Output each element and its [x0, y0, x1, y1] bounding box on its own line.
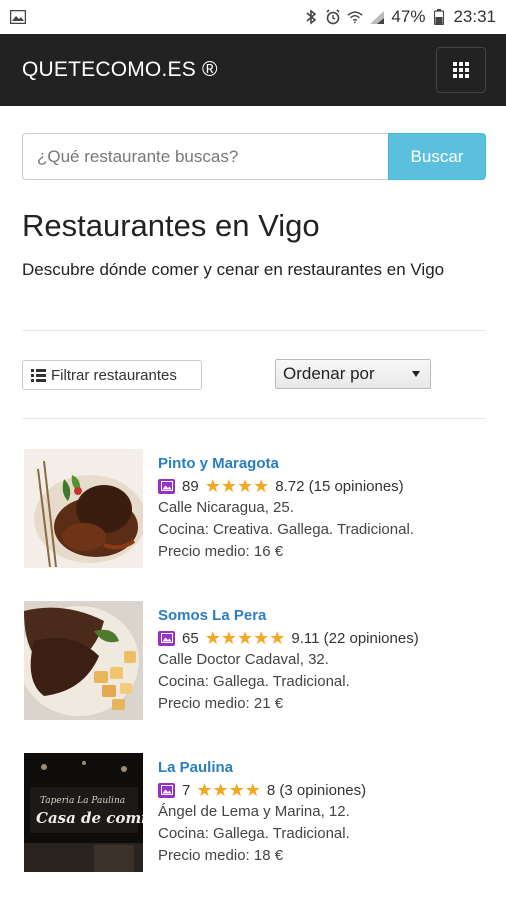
restaurant-name-link[interactable]: La Paulina — [158, 757, 488, 779]
gallery-notification-icon — [10, 9, 26, 25]
page-title: Restaurantes en Vigo — [22, 208, 320, 243]
filter-restaurants-button[interactable]: Filtrar restaurantes — [22, 360, 202, 390]
photo-count: 65 — [182, 629, 199, 647]
rating-line: 65 ★★★★★ 9.11 (22 opiniones) — [158, 627, 488, 649]
rating-score: 9.11 — [291, 629, 320, 647]
restaurant-info: La Paulina 7 ★★★★ 8 (3 opiniones) Ángel … — [158, 757, 488, 867]
search-bar: Buscar — [22, 133, 486, 180]
restaurant-cuisine: Cocina: Gallega. Tradicional. — [158, 825, 350, 842]
restaurant-address: Ángel de Lema y Marina, 12. — [158, 803, 350, 820]
top-navbar: QUETECOMO.ES ® — [0, 34, 506, 106]
filter-label: Filtrar restaurantes — [51, 366, 177, 384]
site-brand[interactable]: QUETECOMO.ES ® — [22, 58, 218, 82]
status-bar: 47% 23:31 — [0, 0, 506, 34]
restaurant-address: Calle Doctor Cadaval, 32. — [158, 651, 329, 668]
rating-line: 89 ★★★★ 8.72 (15 opiniones) — [158, 475, 488, 497]
review-count[interactable]: (3 opiniones) — [279, 782, 366, 799]
divider — [22, 418, 486, 419]
restaurant-price: Precio medio: 18 € — [158, 847, 284, 864]
restaurant-cuisine: Cocina: Gallega. Tradicional. — [158, 673, 350, 690]
search-input[interactable] — [22, 133, 388, 180]
list-icon — [31, 368, 46, 382]
restaurant-name-link[interactable]: Somos La Pera — [158, 605, 488, 627]
restaurant-item[interactable]: Somos La Pera 65 ★★★★★ 9.11 (22 opinione… — [24, 601, 488, 721]
star-rating: ★★★★★ — [204, 627, 286, 648]
restaurant-info: Pinto y Maragota 89 ★★★★ 8.72 (15 opinio… — [158, 453, 488, 563]
restaurant-photo[interactable] — [24, 601, 143, 720]
sign-line-2: Casa de comidas — [36, 809, 143, 827]
restaurant-info: Somos La Pera 65 ★★★★★ 9.11 (22 opinione… — [158, 605, 488, 715]
photo-icon — [158, 478, 175, 494]
restaurant-price: Precio medio: 21 € — [158, 695, 284, 712]
signal-icon — [369, 9, 385, 25]
photo-count: 7 — [182, 781, 191, 799]
star-rating: ★★★★ — [204, 475, 270, 496]
rating-line: 7 ★★★★ 8 (3 opiniones) — [158, 779, 488, 801]
rating-score: 8 — [266, 781, 276, 799]
photo-count: 89 — [182, 477, 199, 495]
clock: 23:31 — [453, 7, 496, 26]
grid-menu-icon — [453, 62, 469, 78]
wifi-icon — [347, 9, 364, 25]
divider — [22, 330, 486, 331]
review-count[interactable]: (22 opiniones) — [324, 630, 419, 647]
restaurant-item[interactable]: Taperia La Paulina Casa de comidas La Pa… — [24, 753, 488, 873]
battery-percent: 47% — [391, 7, 426, 26]
restaurant-price: Precio medio: 16 € — [158, 543, 284, 560]
dropdown-caret-icon — [412, 371, 420, 377]
restaurant-item[interactable]: Pinto y Maragota 89 ★★★★ 8.72 (15 opinio… — [24, 449, 488, 569]
sort-label: Ordenar por — [283, 364, 375, 383]
star-rating: ★★★★ — [196, 779, 261, 800]
sort-select[interactable]: Ordenar por — [275, 359, 431, 389]
restaurant-photo[interactable]: Taperia La Paulina Casa de comidas — [24, 753, 143, 872]
sign-line-1: Taperia La Paulina — [40, 796, 125, 806]
photo-icon — [158, 630, 175, 646]
search-button[interactable]: Buscar — [388, 133, 486, 180]
battery-icon — [431, 9, 447, 25]
page-subtitle: Descubre dónde comer y cenar en restaura… — [22, 260, 445, 279]
bluetooth-icon — [303, 9, 319, 25]
restaurant-address: Calle Nicaragua, 25. — [158, 499, 294, 516]
restaurant-name-link[interactable]: Pinto y Maragota — [158, 453, 488, 475]
alarm-icon — [325, 9, 341, 25]
restaurant-cuisine: Cocina: Creativa. Gallega. Tradicional. — [158, 521, 414, 538]
rating-score: 8.72 — [275, 477, 305, 495]
review-count[interactable]: (15 opiniones) — [309, 478, 404, 495]
restaurant-photo[interactable] — [24, 449, 143, 568]
menu-toggle-button[interactable] — [436, 47, 486, 93]
photo-icon — [158, 782, 175, 798]
